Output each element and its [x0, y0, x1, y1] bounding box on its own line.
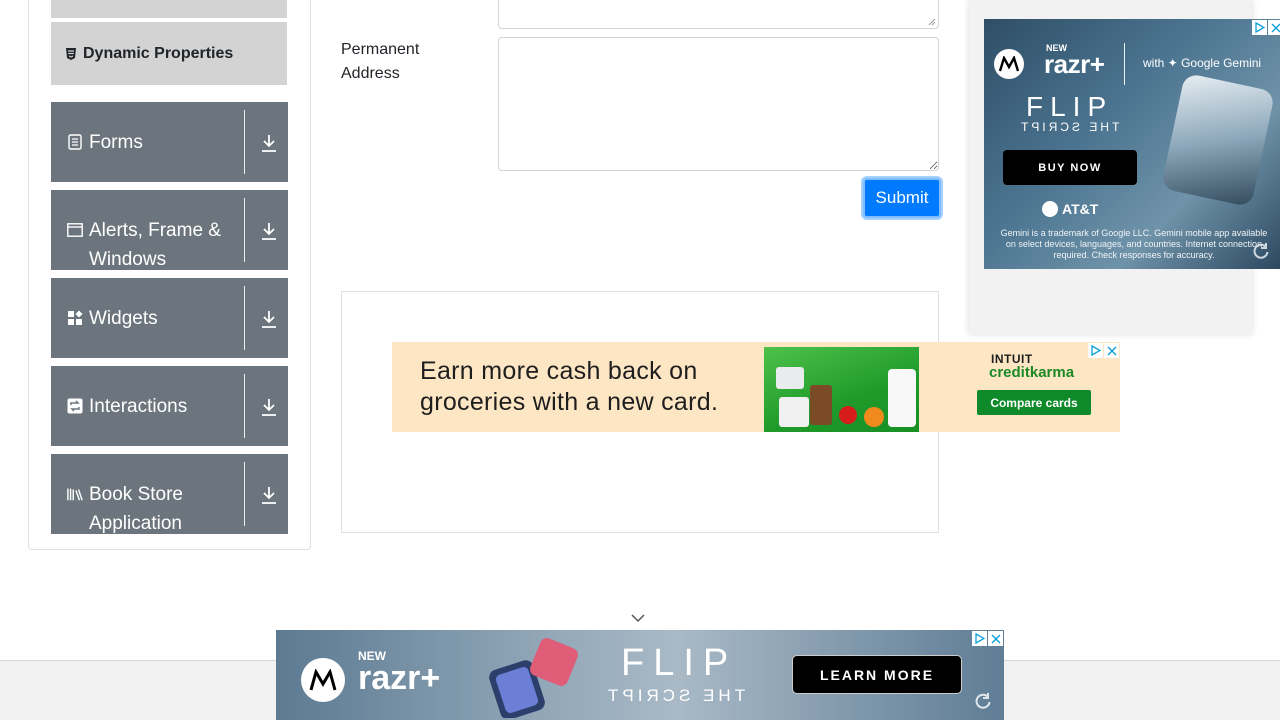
- ad-compare-cards-button[interactable]: Compare cards: [977, 390, 1091, 415]
- ad-banner-motorola[interactable]: NEW razr+ with ✦ Google Gemini FLIP THE …: [984, 19, 1280, 269]
- replay-icon[interactable]: [1252, 242, 1270, 260]
- form-icon: [67, 134, 83, 150]
- interactions-icon: [67, 398, 83, 414]
- ad-separator: [1124, 43, 1125, 85]
- sidebar-item-dynamic-properties[interactable]: Dynamic Properties: [51, 22, 287, 85]
- ad-headline: FLIP: [621, 642, 738, 684]
- att-logo-icon: [1042, 201, 1058, 217]
- ad-groceries-image: [764, 347, 919, 432]
- books-icon: [67, 486, 83, 502]
- group-divider: [244, 374, 245, 438]
- motorola-logo-icon: [301, 658, 345, 702]
- ad-close-icon[interactable]: [988, 631, 1003, 646]
- resize-grip-icon[interactable]: [927, 17, 936, 26]
- group-divider: [244, 110, 245, 174]
- download-icon[interactable]: [259, 308, 279, 330]
- motorola-logo-icon: [994, 49, 1024, 79]
- group-label-book-store: Book Store Application: [89, 484, 183, 534]
- replay-icon[interactable]: [974, 692, 992, 710]
- ad-fine-print: Gemini is a trademark of Google LLC. Gem…: [1000, 228, 1268, 260]
- ad-subheadline: THE SCRIPT: [604, 686, 746, 705]
- ad-learn-more-button[interactable]: LEARN MORE: [792, 655, 962, 694]
- download-icon[interactable]: [259, 484, 279, 506]
- group-header-interactions[interactable]: Interactions: [51, 366, 288, 446]
- group-header-forms[interactable]: Forms: [51, 102, 288, 182]
- download-icon[interactable]: [259, 132, 279, 154]
- permanent-address-textarea[interactable]: [498, 37, 939, 171]
- group-header-widgets[interactable]: Widgets: [51, 278, 288, 358]
- group-label-forms: Forms: [89, 132, 143, 153]
- ad-headline: Earn more cash back on groceries with a …: [420, 357, 719, 416]
- group-label-interactions: Interactions: [89, 396, 188, 417]
- css-icon: [65, 47, 77, 60]
- download-icon[interactable]: [259, 396, 279, 418]
- group-header-alerts[interactable]: Alerts, Frame & Windows: [51, 190, 288, 270]
- ad-close-icon[interactable]: [1268, 20, 1280, 35]
- page: Dynamic Properties Forms Alerts, Frame &…: [0, 0, 1280, 720]
- current-address-textarea[interactable]: [498, 0, 939, 29]
- ad-product-name: razr+: [1044, 49, 1105, 79]
- chevron-down-icon[interactable]: [631, 613, 645, 623]
- ad-banner-motorola-bottom[interactable]: NEW razr+ FLIP THE SCRIPT LEARN MORE: [276, 630, 1004, 720]
- adchoices-icon[interactable]: [1252, 20, 1267, 35]
- ad-product-name: razr+: [358, 659, 441, 697]
- ad-headline: FLIP: [1026, 91, 1114, 122]
- ad-brand-creditkarma: creditkarma: [989, 364, 1075, 381]
- ad-subheadline: THE SCRIPT: [1018, 120, 1120, 134]
- window-icon: [67, 222, 83, 238]
- left-nav-panel: Dynamic Properties Forms Alerts, Frame &…: [28, 0, 311, 550]
- ad-partner-text: with ✦ Google Gemini: [1143, 56, 1262, 70]
- widgets-icon: [67, 310, 83, 326]
- ad-phone-image: [1160, 72, 1276, 208]
- ad-carrier: AT&T: [1062, 201, 1099, 217]
- sidebar-item-label: Dynamic Properties: [83, 44, 234, 62]
- adchoices-icon[interactable]: [972, 631, 987, 646]
- submit-button[interactable]: Submit: [863, 178, 941, 218]
- adchoices-icon[interactable]: [1088, 343, 1103, 358]
- group-divider: [244, 286, 245, 350]
- ad-phone-image: [489, 638, 578, 718]
- group-label-alerts: Alerts, Frame & Windows: [89, 220, 221, 270]
- sidebar-item-previous[interactable]: [51, 0, 287, 20]
- group-label-widgets: Widgets: [89, 308, 158, 329]
- permanent-address-label: Permanent Address: [341, 41, 420, 82]
- group-divider: [244, 462, 245, 526]
- group-header-book-store[interactable]: Book Store Application: [51, 454, 288, 534]
- download-icon[interactable]: [259, 220, 279, 242]
- group-divider: [244, 198, 245, 262]
- ad-banner-creditkarma[interactable]: Earn more cash back on groceries with a …: [392, 342, 1120, 432]
- ad-close-icon[interactable]: [1104, 343, 1119, 358]
- ad-buy-now-button[interactable]: BUY NOW: [1003, 150, 1137, 185]
